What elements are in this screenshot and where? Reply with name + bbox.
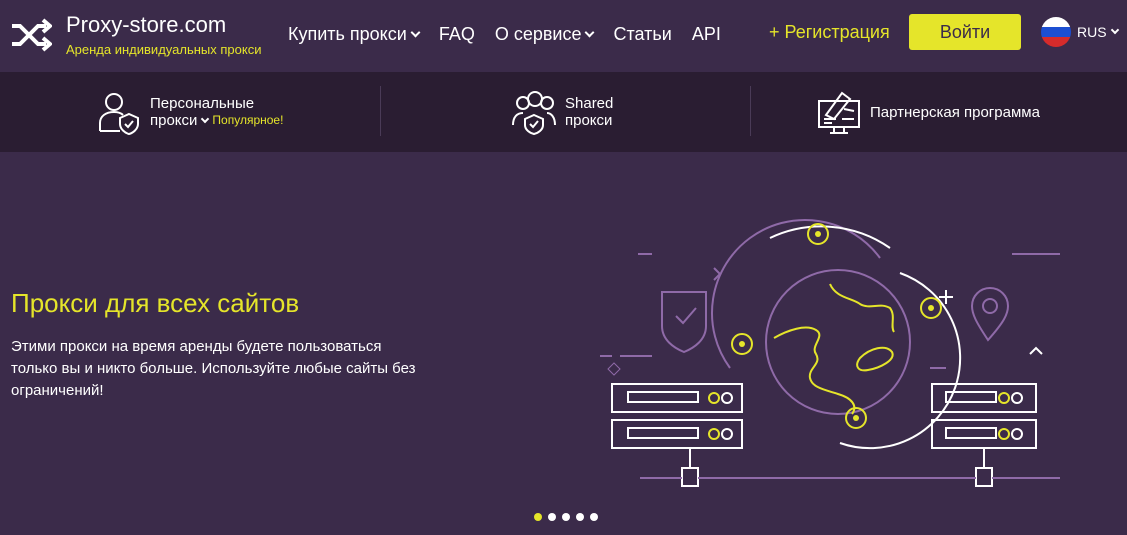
chevron-down-icon [585,27,595,37]
nav-api[interactable]: API [692,24,721,45]
russia-flag-icon [1041,17,1071,47]
slider-dot-2[interactable] [548,513,556,521]
nav-about[interactable]: О сервисе [494,23,595,45]
globe-servers-illustration [600,218,1060,487]
chevron-down-icon [410,27,421,37]
personal-user-shield-icon [99,93,139,135]
subnav-personal-line1: Персональные [150,95,255,112]
subnav-shared-proxy[interactable]: Shared прокси [511,72,613,152]
product-subnav: Персональные прокси Популярное! Shared п… [0,72,1127,152]
logo[interactable]: Proxy-store.com Аренда индивидуальных пр… [10,12,290,62]
nav-faq[interactable]: FAQ [439,24,475,45]
subnav-shared-line1: Shared [565,95,614,112]
subnav-personal-proxy[interactable]: Персональные прокси Популярное! [96,72,283,152]
register-link[interactable]: + Регистрация [769,22,890,43]
nav-articles-label: Статьи [613,23,672,44]
subnav-partner-label: Партнерская программа [870,103,1040,121]
chevron-down-icon [201,114,210,123]
logo-subtitle: Аренда индивидуальных прокси [66,42,262,57]
nav-faq-label: FAQ [438,23,475,44]
shared-users-shield-icon [512,91,556,135]
slider-pagination [534,513,604,521]
subnav-shared-line2: прокси [565,112,613,129]
divider [750,86,751,136]
divider [380,86,381,136]
site-header: Proxy-store.com Аренда индивидуальных пр… [0,0,1127,72]
nav-api-label: API [691,23,721,44]
hero-description: Этими прокси на время аренды будете поль… [11,338,416,399]
main-nav: Купить прокси FAQ О сервисе Статьи API [288,22,741,46]
language-selector[interactable]: RUS [1041,16,1119,48]
chevron-down-icon [1110,25,1119,35]
nav-articles[interactable]: Статьи [613,24,671,45]
slider-dot-3[interactable] [562,513,570,521]
slider-dot-4[interactable] [576,513,584,521]
hero-title: Прокси для всех сайтов [11,288,300,318]
nav-about-label: О сервисе [494,23,582,44]
nav-buy-proxy-label: Купить прокси [288,23,407,44]
logo-title: Proxy-store.com [66,12,227,37]
subnav-personal-line2: прокси [150,112,198,129]
hero-banner: Прокси для всех сайтов Этими прокси на в… [0,152,1127,535]
shuffle-icon [12,18,52,52]
language-label: RUS [1077,24,1107,40]
partner-monitor-icon [818,91,860,134]
popular-badge: Популярное! [212,113,284,127]
slider-dot-5[interactable] [590,513,598,521]
login-button[interactable]: Войти [909,14,1021,50]
subnav-partner-program[interactable]: Партнерская программа [816,72,1040,152]
nav-buy-proxy[interactable]: Купить прокси [288,23,421,45]
slider-dot-1[interactable] [534,513,542,521]
